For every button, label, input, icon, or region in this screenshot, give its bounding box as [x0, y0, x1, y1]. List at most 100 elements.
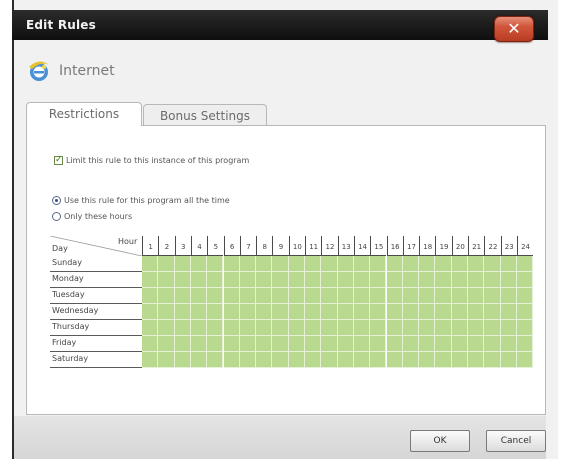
time-slot[interactable]	[402, 288, 420, 304]
time-slot[interactable]	[386, 304, 403, 320]
time-slot[interactable]	[190, 272, 208, 288]
time-slot[interactable]	[419, 272, 436, 288]
time-slot[interactable]	[239, 288, 257, 304]
time-slot[interactable]	[516, 288, 534, 304]
time-slot[interactable]	[516, 256, 534, 272]
time-slot[interactable]	[419, 256, 436, 272]
time-slot[interactable]	[174, 352, 191, 368]
time-slot[interactable]	[353, 272, 371, 288]
time-slot[interactable]	[288, 272, 305, 288]
time-slot[interactable]	[435, 272, 452, 288]
time-slot[interactable]	[500, 336, 517, 352]
time-slot[interactable]	[272, 256, 289, 272]
time-slot[interactable]	[419, 352, 436, 368]
time-slot[interactable]	[484, 336, 501, 352]
time-slot[interactable]	[142, 336, 159, 352]
hour-header-12[interactable]: 12	[321, 236, 338, 256]
time-slot[interactable]	[516, 336, 534, 352]
time-slot[interactable]	[288, 304, 305, 320]
time-slot[interactable]	[239, 304, 257, 320]
time-slot[interactable]	[207, 256, 224, 272]
time-slot[interactable]	[142, 320, 159, 336]
time-slot[interactable]	[321, 320, 338, 336]
time-slot[interactable]	[272, 352, 289, 368]
time-slot[interactable]	[500, 320, 517, 336]
time-slot[interactable]	[419, 288, 436, 304]
hour-header-11[interactable]: 11	[305, 236, 322, 256]
time-slot[interactable]	[174, 336, 191, 352]
hour-header-6[interactable]: 6	[223, 236, 240, 256]
time-slot[interactable]	[468, 320, 485, 336]
hour-header-17[interactable]: 17	[402, 236, 420, 256]
time-slot[interactable]	[386, 352, 403, 368]
hour-header-1[interactable]: 1	[142, 236, 159, 256]
time-slot[interactable]	[484, 288, 501, 304]
hour-header-4[interactable]: 4	[190, 236, 208, 256]
time-slot[interactable]	[402, 352, 420, 368]
time-slot[interactable]	[321, 336, 338, 352]
hour-header-19[interactable]: 19	[435, 236, 452, 256]
time-slot[interactable]	[321, 256, 338, 272]
day-label-monday[interactable]: Monday	[50, 272, 142, 288]
time-slot[interactable]	[500, 352, 517, 368]
hour-header-18[interactable]: 18	[419, 236, 436, 256]
time-slot[interactable]	[353, 304, 371, 320]
time-slot[interactable]	[468, 352, 485, 368]
time-slot[interactable]	[516, 272, 534, 288]
time-slot[interactable]	[468, 304, 485, 320]
only-these-hours-radio[interactable]	[52, 212, 61, 221]
time-slot[interactable]	[468, 336, 485, 352]
time-slot[interactable]	[158, 288, 175, 304]
title-bar[interactable]: Edit Rules ✕	[12, 10, 548, 42]
time-slot[interactable]	[451, 288, 468, 304]
time-slot[interactable]	[223, 288, 240, 304]
time-slot[interactable]	[337, 336, 354, 352]
time-slot[interactable]	[190, 288, 208, 304]
ok-button[interactable]: OK	[410, 430, 470, 452]
time-slot[interactable]	[353, 320, 371, 336]
time-slot[interactable]	[190, 336, 208, 352]
time-slot[interactable]	[288, 352, 305, 368]
hour-header-23[interactable]: 23	[500, 236, 517, 256]
time-slot[interactable]	[305, 272, 322, 288]
time-slot[interactable]	[207, 336, 224, 352]
time-slot[interactable]	[500, 272, 517, 288]
time-slot[interactable]	[516, 352, 534, 368]
hour-header-7[interactable]: 7	[239, 236, 257, 256]
time-slot[interactable]	[288, 288, 305, 304]
time-slot[interactable]	[256, 336, 273, 352]
time-slot[interactable]	[158, 272, 175, 288]
time-slot[interactable]	[207, 320, 224, 336]
time-slot[interactable]	[419, 304, 436, 320]
time-slot[interactable]	[207, 304, 224, 320]
time-slot[interactable]	[207, 288, 224, 304]
time-slot[interactable]	[158, 352, 175, 368]
time-slot[interactable]	[174, 304, 191, 320]
time-slot[interactable]	[337, 272, 354, 288]
time-slot[interactable]	[451, 352, 468, 368]
hour-header-14[interactable]: 14	[353, 236, 371, 256]
time-slot[interactable]	[500, 288, 517, 304]
time-slot[interactable]	[174, 288, 191, 304]
time-slot[interactable]	[190, 320, 208, 336]
time-slot[interactable]	[370, 352, 387, 368]
time-slot[interactable]	[256, 272, 273, 288]
time-slot[interactable]	[500, 304, 517, 320]
time-slot[interactable]	[142, 304, 159, 320]
time-slot[interactable]	[239, 336, 257, 352]
time-slot[interactable]	[370, 320, 387, 336]
day-label-tuesday[interactable]: Tuesday	[50, 288, 142, 304]
time-slot[interactable]	[321, 352, 338, 368]
time-slot[interactable]	[451, 336, 468, 352]
time-slot[interactable]	[451, 256, 468, 272]
time-slot[interactable]	[174, 256, 191, 272]
time-slot[interactable]	[402, 272, 420, 288]
time-slot[interactable]	[239, 256, 257, 272]
time-slot[interactable]	[142, 256, 159, 272]
time-slot[interactable]	[337, 304, 354, 320]
hour-header-10[interactable]: 10	[288, 236, 305, 256]
time-slot[interactable]	[386, 288, 403, 304]
time-slot[interactable]	[402, 256, 420, 272]
time-slot[interactable]	[402, 304, 420, 320]
hour-header-24[interactable]: 24	[516, 236, 534, 256]
